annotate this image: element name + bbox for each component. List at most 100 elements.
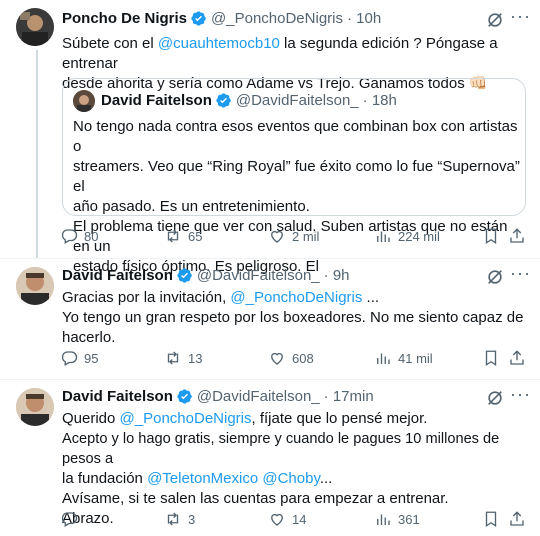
views-icon	[377, 353, 390, 364]
verified-badge-icon	[190, 10, 207, 27]
retweet-icon	[167, 512, 179, 526]
quote-author-name: David Faitelson	[101, 92, 212, 109]
tweet-text: Gracias por la invitación, @_PonchoDeNig…	[62, 288, 532, 348]
text-segment: , fíjate que lo pensé mejor.	[251, 410, 428, 427]
reply-button[interactable]	[60, 510, 84, 528]
text-segment: Súbete con el	[62, 35, 158, 52]
author-handle[interactable]: @DavidFaitelson_	[197, 267, 320, 284]
action-bar: 3 14 361	[60, 510, 530, 530]
views-button[interactable]: 41 mil	[374, 349, 433, 367]
verified-badge-icon	[176, 267, 193, 284]
share-button[interactable]	[508, 349, 526, 367]
reply-icon	[61, 512, 78, 527]
reply-button[interactable]: 80	[60, 227, 98, 245]
text-line: No tengo nada contra esos eventos que co…	[73, 118, 518, 155]
bookmark-button[interactable]	[482, 227, 500, 245]
mention-link[interactable]: @Choby	[262, 470, 319, 487]
tweet-header: David Faitelson @DavidFaitelson_ · 17min	[62, 388, 374, 405]
text-line: hacerlo.	[62, 329, 116, 346]
retweet-button[interactable]: 65	[164, 227, 202, 245]
tweet-header: Poncho De Nigris @_PonchoDeNigris · 10h	[62, 10, 381, 27]
mention-link[interactable]: @_PonchoDeNigris	[230, 289, 362, 306]
text-segment: Querido	[62, 410, 120, 427]
quote-avatar	[73, 90, 95, 112]
grok-icon[interactable]	[486, 11, 504, 29]
action-bar: 80 65 2 mil 224 mil	[60, 227, 530, 247]
bookmark-button[interactable]	[482, 349, 500, 367]
views-count: 41 mil	[398, 350, 433, 366]
quote-author-handle: @DavidFaitelson_	[235, 92, 359, 109]
text-line: Avísame, si te salen las cuentas para em…	[62, 490, 449, 507]
author-handle[interactable]: @_PonchoDeNigris	[211, 10, 343, 27]
more-icon[interactable]: ···	[510, 384, 531, 405]
more-icon[interactable]: ···	[510, 263, 531, 284]
quote-header: David Faitelson @DavidFaitelson_ · 18h	[101, 92, 397, 109]
mention-link[interactable]: @cuauhtemocb10	[158, 35, 280, 52]
action-bar: 95 13 608 41 mil	[60, 349, 530, 369]
retweet-button[interactable]: 13	[164, 349, 202, 367]
timestamp[interactable]: · 17min	[324, 388, 374, 405]
like-icon	[271, 230, 283, 243]
reply-icon	[61, 351, 78, 366]
reply-button[interactable]: 95	[60, 349, 98, 367]
bookmark-icon	[485, 511, 497, 528]
bookmark-icon	[485, 350, 497, 367]
more-icon[interactable]: ···	[510, 6, 531, 27]
avatar[interactable]	[16, 267, 54, 305]
like-icon	[271, 352, 283, 365]
retweet-count: 3	[188, 511, 196, 527]
text-segment: ...	[319, 470, 333, 487]
retweet-count: 65	[188, 228, 203, 244]
reply-count: 95	[84, 350, 99, 366]
tweet-faitelson-followup[interactable]: David Faitelson @DavidFaitelson_ · 17min…	[0, 380, 540, 536]
avatar[interactable]	[16, 388, 54, 426]
views-count: 224 mil	[398, 228, 440, 244]
avatar[interactable]	[16, 8, 54, 46]
text-line: streamers. Veo que “Ring Royal” fue éxit…	[73, 158, 520, 195]
share-icon	[510, 228, 524, 243]
views-button[interactable]: 361	[374, 510, 420, 528]
tweet-faitelson-reply[interactable]: David Faitelson @DavidFaitelson_ · 9h ··…	[0, 259, 540, 379]
verified-badge-icon	[176, 388, 193, 405]
quote-timestamp: · 18h	[362, 92, 397, 109]
retweet-button[interactable]: 3	[164, 510, 195, 528]
author-name[interactable]: David Faitelson	[62, 388, 173, 405]
reply-count: 80	[84, 228, 99, 244]
grok-icon[interactable]	[486, 268, 504, 286]
text-segment: ...	[362, 289, 380, 306]
share-icon	[510, 350, 524, 365]
bookmark-button[interactable]	[482, 510, 500, 528]
tweet-poncho[interactable]: Poncho De Nigris @_PonchoDeNigris · 10h …	[0, 0, 540, 275]
like-button[interactable]: 608	[268, 349, 314, 367]
like-count: 608	[292, 350, 314, 366]
views-icon	[377, 514, 390, 525]
tweet-header: David Faitelson @DavidFaitelson_ · 9h	[62, 267, 350, 284]
mention-link[interactable]: @TeletonMexico	[147, 470, 258, 487]
author-handle[interactable]: @DavidFaitelson_	[197, 388, 320, 405]
share-button[interactable]	[508, 227, 526, 245]
retweet-icon	[167, 229, 179, 243]
timestamp[interactable]: · 9h	[324, 267, 350, 284]
text-line: año pasado. Es un entretenimiento.	[73, 198, 310, 215]
text-segment: Gracias por la invitación,	[62, 289, 231, 306]
like-icon	[271, 513, 283, 526]
views-button[interactable]: 224 mil	[374, 227, 440, 245]
share-button[interactable]	[508, 510, 526, 528]
like-count: 14	[292, 511, 307, 527]
quoted-tweet[interactable]: David Faitelson @DavidFaitelson_ · 18h N…	[62, 78, 526, 275]
like-button[interactable]: 14	[268, 510, 306, 528]
text-line: Yo tengo un gran respeto por los boxeado…	[62, 309, 524, 326]
timestamp[interactable]: · 10h	[347, 10, 381, 27]
retweet-icon	[167, 351, 179, 365]
mention-link[interactable]: @_PonchoDeNigris	[120, 410, 252, 427]
text-segment: la fundación	[62, 470, 148, 487]
reply-icon	[61, 229, 78, 244]
author-name[interactable]: David Faitelson	[62, 267, 173, 284]
thread-line	[36, 50, 38, 258]
like-button[interactable]: 2 mil	[268, 227, 319, 245]
verified-badge-icon	[215, 92, 232, 109]
author-name[interactable]: Poncho De Nigris	[62, 10, 187, 27]
grok-icon[interactable]	[486, 389, 504, 407]
retweet-count: 13	[188, 350, 203, 366]
bookmark-icon	[485, 228, 497, 245]
